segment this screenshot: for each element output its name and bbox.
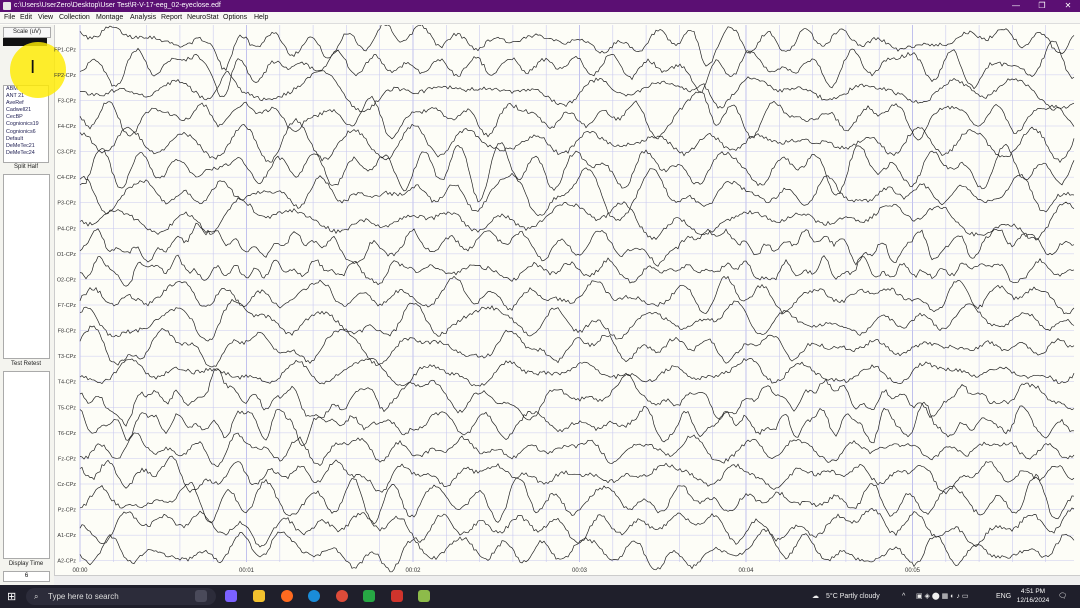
channel-label: T5-CPz [58,405,77,411]
channel-label: F3-CPz [58,98,77,104]
menu-collection[interactable]: Collection [59,12,90,23]
task-view-icon[interactable] [195,590,207,602]
montage-item[interactable]: Default [4,136,48,143]
left-control-panel: Scale (uV) ABM ANT 21 AveRef Cadwell21 C… [0,25,55,585]
channel-label: A1-CPz [57,533,76,539]
app-icon [3,2,11,10]
montage-item[interactable]: Cognionics19 [4,121,48,128]
channel-label: Cz-CPz [57,482,76,488]
clock-date: 12/16/2024 [1016,597,1050,604]
weather-icon: ☁ [812,593,819,600]
test-retest-panel[interactable] [3,371,50,559]
channel-label: F8-CPz [58,329,77,335]
channel-label: FP2-CPz [54,73,76,79]
close-button[interactable]: ✕ [1054,0,1080,12]
time-tick-label: 00:01 [239,568,255,574]
file-explorer-icon[interactable] [253,590,265,602]
menu-neurostat[interactable]: NeuroStat [187,12,219,23]
channel-label: A2-CPz [57,559,76,565]
split-half-label: Split Half [13,164,38,170]
time-tick-label: 00:04 [738,568,754,574]
eeg-app-icon[interactable] [418,590,430,602]
menu-view[interactable]: View [38,12,53,23]
channel-label: FP1-CPz [54,47,76,53]
app-green-icon[interactable] [363,590,375,602]
menu-edit[interactable]: Edit [20,12,32,23]
firefox-icon[interactable] [281,590,293,602]
montage-item[interactable]: Cognionics6 [4,129,48,136]
menu-file[interactable]: File [4,12,15,23]
text-cursor-icon: I [30,57,36,78]
montage-item[interactable]: CecBP [4,114,48,121]
time-tick-label: 00:00 [72,568,88,574]
channel-label: P3-CPz [57,201,76,207]
horizontal-scrollbar[interactable] [54,575,1080,585]
channel-label: Pz-CPz [58,508,77,514]
eeg-trace-plot[interactable]: 00:00 00:01 00:02 00:03 00:04 00:05 FP1-CPz FP2… [54,25,1080,575]
taskbar: ⊞ ⌕ Type here to search ☁ 5°C Partly clo… [0,585,1080,608]
language-indicator[interactable]: ENG [996,585,1011,608]
time-tick-label: 00:05 [905,568,921,574]
menu-options[interactable]: Options [223,12,247,23]
menu-analysis[interactable]: Analysis [130,12,156,23]
menu-report[interactable]: Report [161,12,182,23]
clock[interactable]: 4:51 PM 12/16/2024 [1015,587,1051,605]
channel-label: F4-CPz [58,124,77,130]
channel-label: F7-CPz [58,303,77,309]
plot-background [80,25,1074,562]
clock-time: 4:51 PM [1020,588,1046,595]
chrome-icon[interactable] [336,590,348,602]
display-time-label: Display Time [8,561,44,567]
scale-label: Scale (uV) [3,27,51,38]
title-bar: c:\Users\UserZero\Desktop\User Test\R-V-… [0,0,1080,12]
channel-label: C4-CPz [57,175,76,181]
weather-text[interactable]: 5°C Partly cloudy [826,585,880,608]
montage-item[interactable]: DeMeTec24 [4,150,48,157]
montage-item[interactable]: Cadwell21 [4,107,48,114]
channel-label: T3-CPz [58,354,77,360]
display-time-stepper[interactable]: 6 [3,571,50,582]
channel-label: P4-CPz [57,226,76,232]
window-title: c:\Users\UserZero\Desktop\User Test\R-V-… [14,2,221,9]
tray-chevron-icon[interactable]: ^ [902,585,905,608]
channel-label: O1-CPz [57,252,76,258]
channel-label: T6-CPz [58,431,77,437]
tray-app-icons[interactable]: ▣ ◈ ⬤ ▦ ◐ ♪ ▭ [916,585,968,608]
channel-label: C3-CPz [57,150,76,156]
menu-montage[interactable]: Montage [96,12,123,23]
montage-item[interactable]: DeMeTec21 [4,143,48,150]
time-tick-label: 00:03 [572,568,588,574]
copilot-icon[interactable] [225,590,237,602]
windows-start-icon[interactable]: ⊞ [7,590,16,603]
channel-label: Fz-CPz [58,456,76,462]
notification-icon[interactable]: 🗨 [1058,585,1067,608]
maximize-button[interactable]: ❐ [1028,0,1056,12]
channel-label: T4-CPz [58,380,77,386]
test-retest-label: Test Retest [10,361,41,367]
split-half-panel[interactable] [3,174,50,359]
edge-icon[interactable] [308,590,320,602]
menu-help[interactable]: Help [254,12,268,23]
taskbar-search-box[interactable]: ⌕ Type here to search [26,588,216,605]
montage-item[interactable]: AveRef [4,100,48,107]
minimize-button[interactable]: — [1002,0,1030,12]
channel-label: O2-CPz [57,277,76,283]
menu-bar: File Edit View Collection Montage Analys… [0,12,1080,24]
time-tick-label: 00:02 [405,568,421,574]
search-icon: ⌕ [34,592,39,601]
search-placeholder: Type here to search [48,592,119,601]
app-red-icon[interactable] [391,590,403,602]
